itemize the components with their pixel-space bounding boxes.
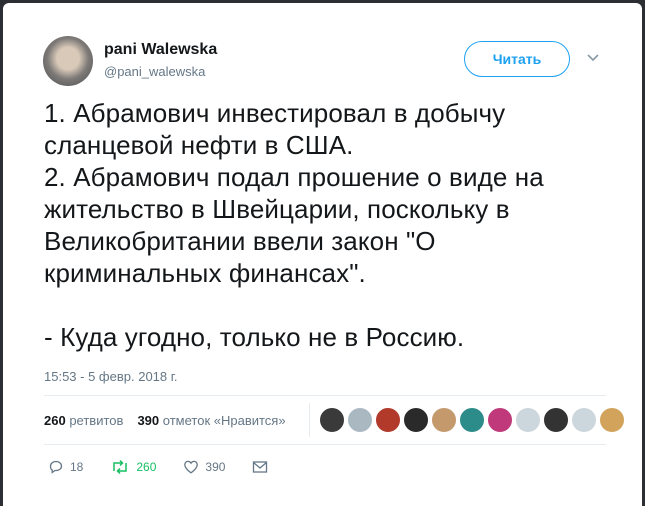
avatar-red[interactable] <box>375 407 401 433</box>
likes-label: отметок «Нравится» <box>162 413 286 428</box>
avatar-senor-developer[interactable] <box>319 407 345 433</box>
avatar-face[interactable] <box>431 407 457 433</box>
follow-button[interactable]: Читать <box>464 41 570 77</box>
retweet-count: 260 <box>136 460 157 474</box>
tweet-card: pani Walewska @pani_walewska Читать 1. А… <box>3 3 642 506</box>
tweet-timestamp[interactable]: 15:53 - 5 февр. 2018 г. <box>44 369 178 384</box>
reply-count: 18 <box>70 460 84 474</box>
avatar-teal[interactable] <box>459 407 485 433</box>
divider <box>44 444 606 445</box>
reply-button[interactable]: 18 <box>48 459 83 475</box>
avatar-photo[interactable] <box>543 407 569 433</box>
retweets-count: 260 <box>44 413 66 428</box>
tweet-stats: 260 ретвитов 390 отметок «Нравится» <box>44 413 286 428</box>
avatar-egg[interactable] <box>347 407 373 433</box>
like-count: 390 <box>205 460 226 474</box>
direct-message-button[interactable] <box>252 460 268 474</box>
divider <box>44 395 606 396</box>
retweets-stat[interactable]: 260 ретвитов <box>44 413 123 428</box>
retweets-label: ретвитов <box>69 413 124 428</box>
reply-icon <box>49 460 63 474</box>
envelope-icon <box>253 461 268 473</box>
author-avatar[interactable] <box>43 36 93 86</box>
avatar-dark[interactable] <box>403 407 429 433</box>
author-name[interactable]: pani Walewska <box>104 41 217 59</box>
like-button[interactable]: 390 <box>183 459 225 475</box>
liker-avatars <box>319 407 625 433</box>
stats-divider <box>309 403 310 437</box>
avatar-default-2[interactable] <box>571 407 597 433</box>
avatar-pink[interactable] <box>487 407 513 433</box>
author-handle[interactable]: @pani_walewska <box>104 64 205 79</box>
tweet-actions: 18 260 390 <box>48 459 295 475</box>
retweet-icon <box>113 459 128 475</box>
chevron-down-icon[interactable] <box>586 50 600 64</box>
heart-icon <box>184 460 199 474</box>
tweet-text: 1. Абрамович инвестировал в добычу сланц… <box>44 98 544 352</box>
avatar-tiger[interactable] <box>599 407 625 433</box>
avatar-default[interactable] <box>515 407 541 433</box>
retweet-button[interactable]: 260 <box>110 459 156 475</box>
likes-stat[interactable]: 390 отметок «Нравится» <box>137 413 285 428</box>
likes-count: 390 <box>137 413 160 428</box>
